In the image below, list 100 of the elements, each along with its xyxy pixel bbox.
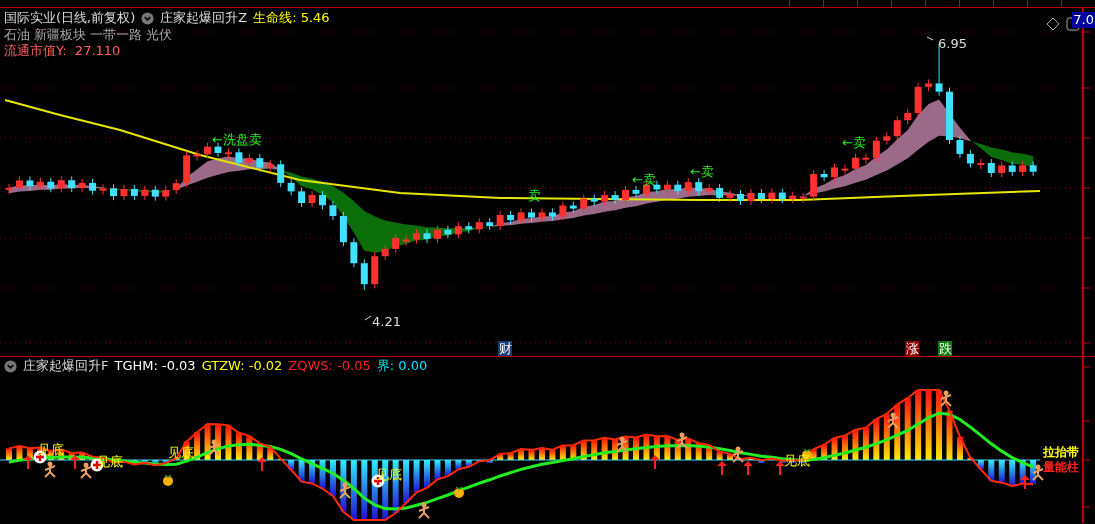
leader-line	[364, 315, 372, 321]
candlestick	[183, 150, 191, 188]
candlestick	[517, 207, 525, 225]
candlestick	[319, 190, 326, 210]
candlestick	[433, 225, 441, 244]
chevron-down-icon[interactable]	[4, 359, 17, 373]
candlestick	[256, 153, 264, 173]
sell-signal-label: ←洗盘卖	[212, 132, 262, 147]
candlestick	[68, 175, 76, 193]
sell-signal-label: ←卖	[842, 135, 866, 150]
candlestick	[475, 217, 483, 234]
event-marker: 财	[498, 341, 512, 356]
candlestick	[444, 225, 452, 239]
candlestick	[193, 149, 201, 161]
up-arrow-icon	[257, 457, 267, 471]
running-figure-icon	[616, 436, 628, 453]
candlestick	[726, 189, 734, 203]
running-figure-icon	[418, 502, 430, 519]
running-figure-icon	[732, 446, 744, 463]
candlestick	[601, 190, 609, 207]
running-figure-icon	[940, 390, 952, 407]
candlestick	[47, 177, 55, 193]
candlestick	[705, 183, 713, 196]
candlestick	[496, 210, 504, 231]
candlestick	[308, 190, 316, 208]
chevron-down-icon[interactable]	[141, 11, 155, 25]
candlestick	[130, 184, 138, 201]
up-arrow-icon	[717, 461, 727, 475]
candlestick	[966, 149, 974, 168]
candlestick	[757, 188, 765, 204]
candlestick	[820, 169, 828, 182]
candlestick	[778, 188, 786, 204]
up-arrow-icon	[743, 461, 753, 475]
candlestick	[747, 188, 755, 206]
candlestick	[413, 228, 421, 245]
candlestick	[89, 178, 97, 196]
candlestick	[904, 108, 912, 125]
sell-signal-label: ←卖	[690, 164, 714, 179]
candlestick	[580, 194, 588, 214]
candlestick	[737, 189, 744, 206]
candlestick	[611, 190, 619, 205]
candlestick	[851, 153, 859, 174]
fruit-icon	[163, 474, 173, 486]
candlestick	[538, 207, 546, 223]
candlestick	[987, 158, 995, 178]
running-figure-icon	[1032, 464, 1044, 481]
candlestick	[57, 175, 65, 193]
candlestick	[120, 184, 128, 201]
candlestick	[559, 201, 567, 221]
candlestick	[507, 210, 515, 225]
indicator-name: 庄家起爆回升F	[23, 358, 109, 374]
candlestick	[78, 178, 86, 193]
candlestick	[26, 175, 34, 191]
legend-label: 量能柱	[1043, 460, 1079, 474]
candlestick	[224, 147, 232, 159]
candlestick	[872, 136, 880, 163]
legend-label: 拉抬带	[1043, 445, 1079, 459]
float-market-cap: 流通市值Y: 27.110	[4, 43, 121, 59]
candlestick	[946, 87, 953, 145]
candlestick	[381, 244, 389, 261]
running-figure-icon	[80, 462, 92, 479]
sector-tags: 石油 新疆板块 一带一路 光伏	[4, 27, 173, 43]
candlestick	[402, 235, 410, 247]
candlestick	[998, 160, 1006, 178]
indicator-value: TGHM: -0.03	[114, 358, 196, 374]
candlestick	[287, 178, 295, 196]
candlestick	[266, 159, 274, 173]
bottom-signal-label: 见底	[168, 445, 194, 460]
candlestick	[695, 177, 703, 196]
up-arrow-icon	[775, 461, 785, 475]
candlestick	[1019, 160, 1027, 177]
candlestick	[684, 177, 692, 196]
candlestick	[350, 237, 358, 268]
candlestick	[465, 221, 473, 234]
candlestick	[548, 207, 556, 221]
candlestick	[454, 221, 462, 239]
indicator-value: ZQWS: -0.05	[288, 358, 371, 374]
running-figure-icon	[208, 439, 220, 456]
indicator-value: GTZW: -0.02	[201, 358, 283, 374]
candlestick	[632, 185, 640, 199]
running-figure-icon	[887, 412, 899, 429]
candlestick	[768, 188, 776, 204]
leader-line	[926, 36, 934, 41]
candlestick	[528, 207, 535, 223]
candlestick	[1029, 160, 1037, 177]
candlestick	[841, 164, 849, 176]
candlestick	[622, 185, 630, 205]
low-price-label: 4.21	[372, 314, 401, 329]
candlestick	[1008, 160, 1016, 177]
candlestick	[360, 258, 368, 291]
running-figure-icon	[44, 461, 56, 478]
event-marker: 跌	[938, 341, 952, 356]
candlestick	[392, 233, 400, 254]
up-arrow-icon	[70, 455, 80, 469]
candlestick	[141, 185, 149, 201]
event-marker: 涨	[905, 341, 919, 356]
candlestick	[172, 178, 180, 195]
fruit-icon	[454, 486, 464, 498]
candlestick	[151, 185, 159, 202]
running-figure-icon	[676, 432, 688, 449]
